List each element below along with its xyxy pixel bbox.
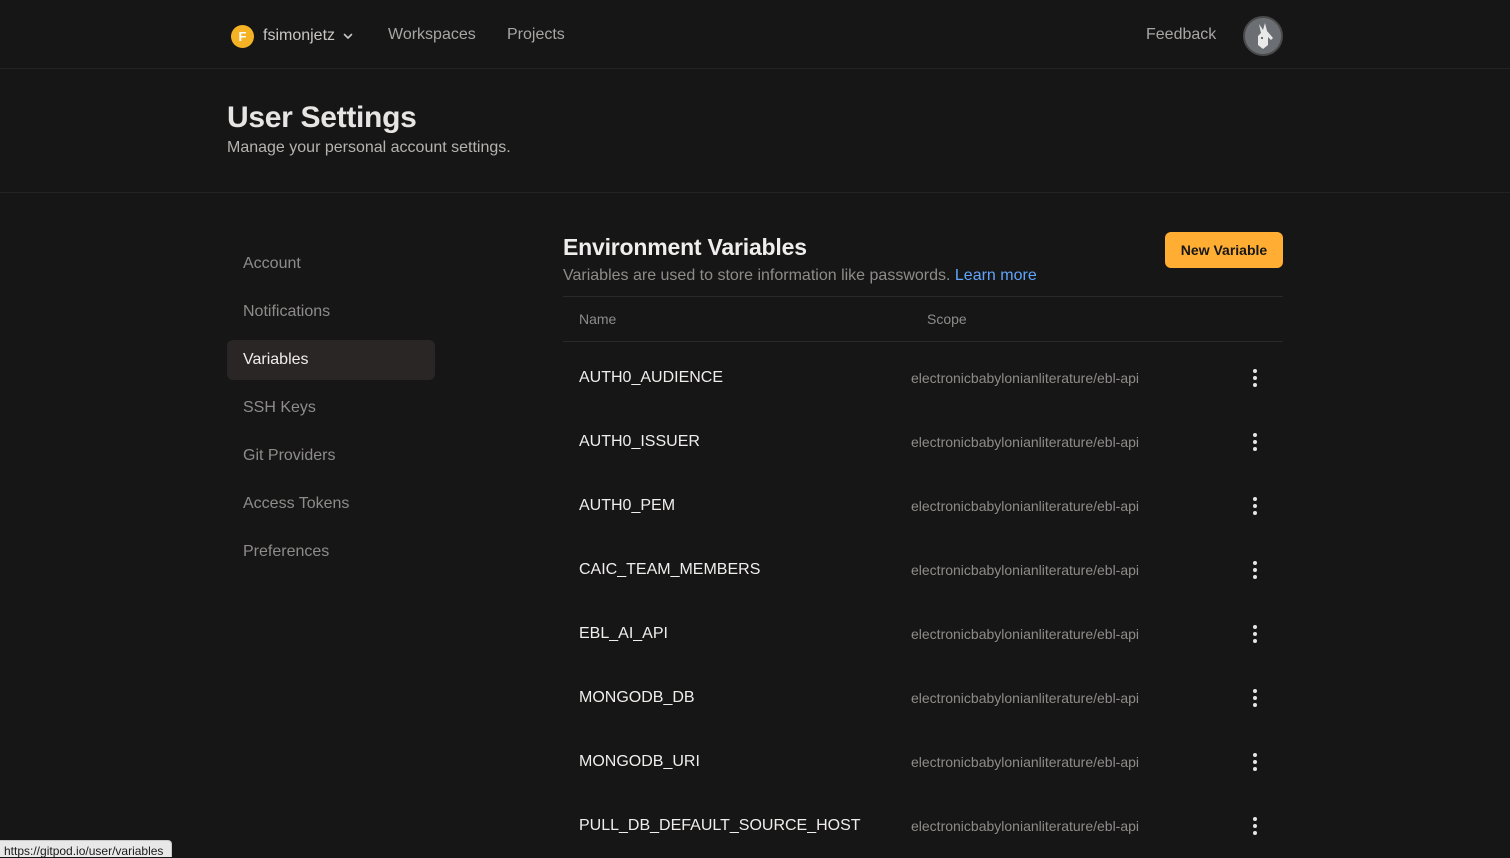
section-subtitle: Variables are used to store information … <box>563 267 1037 285</box>
variable-scope: electronicbabylonianliterature/ebl-api <box>911 626 1140 642</box>
sidebar-item-preferences[interactable]: Preferences <box>227 532 435 572</box>
variable-scope: electronicbabylonianliterature/ebl-api <box>911 690 1140 706</box>
variable-scope: electronicbabylonianliterature/ebl-api <box>911 818 1140 834</box>
table-divider <box>563 296 1283 297</box>
sidebar-item-access-tokens[interactable]: Access Tokens <box>227 484 435 524</box>
variable-scope: electronicbabylonianliterature/ebl-api <box>911 562 1140 578</box>
sidebar-item-git-providers[interactable]: Git Providers <box>227 436 435 476</box>
variable-name: AUTH0_AUDIENCE <box>579 369 724 386</box>
variable-name: AUTH0_PEM <box>579 497 676 514</box>
variable-name: EBL_AI_API <box>579 625 668 642</box>
variable-scope: electronicbabylonianliterature/ebl-api <box>911 434 1140 450</box>
table-row: AUTH0_PEM electronicbabylonianliterature… <box>563 474 1283 538</box>
table-row: AUTH0_AUDIENCE electronicbabylonianliter… <box>563 346 1283 410</box>
table-row: PULL_DB_DEFAULT_SOURCE_HOST electronicba… <box>563 794 1283 858</box>
more-vertical-icon[interactable] <box>1245 494 1265 518</box>
column-header-scope: Scope <box>927 311 967 327</box>
page-header: User Settings Manage your personal accou… <box>0 69 1510 193</box>
page-title: User Settings <box>227 101 417 134</box>
nav-link-projects[interactable]: Projects <box>507 26 565 44</box>
section-subtitle-text: Variables are used to store information … <box>563 267 951 284</box>
variable-scope: electronicbabylonianliterature/ebl-api <box>911 498 1140 514</box>
more-vertical-icon[interactable] <box>1245 750 1265 774</box>
status-bar-url: https://gitpod.io/user/variables <box>0 840 173 857</box>
table-row: EBL_AI_API electronicbabylonianliteratur… <box>563 602 1283 666</box>
more-vertical-icon[interactable] <box>1245 814 1265 838</box>
table-row: MONGODB_DB electronicbabylonianliteratur… <box>563 666 1283 730</box>
nav-link-workspaces[interactable]: Workspaces <box>388 26 476 44</box>
more-vertical-icon[interactable] <box>1245 366 1265 390</box>
more-vertical-icon[interactable] <box>1245 622 1265 646</box>
more-vertical-icon[interactable] <box>1245 430 1265 454</box>
table-header-divider <box>563 341 1283 342</box>
chevron-down-icon <box>343 33 353 39</box>
variable-scope: electronicbabylonianliterature/ebl-api <box>911 370 1140 386</box>
variable-name: CAIC_TEAM_MEMBERS <box>579 561 761 578</box>
variable-scope: electronicbabylonianliterature/ebl-api <box>911 754 1140 770</box>
user-avatar[interactable] <box>1243 16 1283 56</box>
org-switcher[interactable]: F fsimonjetz <box>231 24 354 48</box>
feedback-link[interactable]: Feedback <box>1146 26 1216 44</box>
column-header-name: Name <box>579 311 617 327</box>
table-row: CAIC_TEAM_MEMBERS electronicbabylonianli… <box>563 538 1283 602</box>
variable-name: PULL_DB_DEFAULT_SOURCE_HOST <box>579 817 861 834</box>
variable-name: MONGODB_DB <box>579 689 695 706</box>
page-subtitle: Manage your personal account settings. <box>227 139 511 156</box>
org-avatar: F <box>231 24 254 48</box>
variable-name: AUTH0_ISSUER <box>579 433 700 450</box>
table-row: AUTH0_ISSUER electronicbabylonianliterat… <box>563 410 1283 474</box>
more-vertical-icon[interactable] <box>1245 686 1265 710</box>
user-avatar-icon <box>1245 18 1281 54</box>
sidebar-item-notifications[interactable]: Notifications <box>227 292 435 332</box>
more-vertical-icon[interactable] <box>1245 558 1265 582</box>
sidebar-item-variables[interactable]: Variables <box>227 340 435 380</box>
new-variable-button[interactable]: New Variable <box>1165 232 1283 268</box>
org-name: fsimonjetz <box>263 27 336 44</box>
sidebar-item-ssh-keys[interactable]: SSH Keys <box>227 388 435 428</box>
sidebar-item-account[interactable]: Account <box>227 244 435 284</box>
table-row: MONGODB_URI electronicbabylonianliteratu… <box>563 730 1283 794</box>
section-title: Environment Variables <box>563 234 807 260</box>
top-nav: F fsimonjetz Workspaces Projects Feedbac… <box>0 0 1510 69</box>
learn-more-link[interactable]: Learn more <box>955 267 1037 284</box>
variable-name: MONGODB_URI <box>579 753 700 770</box>
